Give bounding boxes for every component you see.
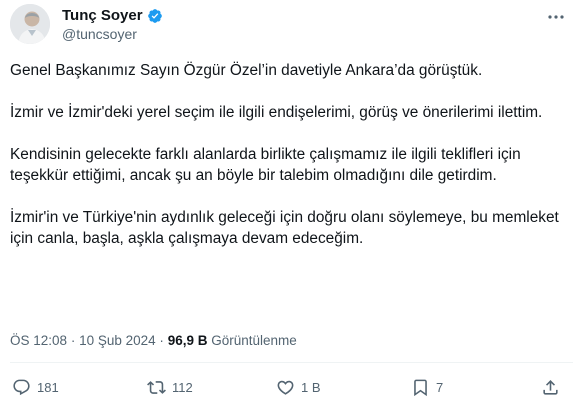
tweet-text: Genel Başkanımız Sayın Özgür Özel’in dav… xyxy=(10,60,570,270)
views-count: 96,9 B xyxy=(167,333,208,348)
like-button[interactable]: 1 B xyxy=(276,378,321,397)
avatar[interactable] xyxy=(10,4,50,44)
bookmark-count: 7 xyxy=(436,380,444,395)
heart-icon xyxy=(277,380,294,395)
bookmark-button[interactable]: 7 xyxy=(411,378,443,397)
author-name[interactable]: Tunç Soyer xyxy=(62,7,163,25)
tweet-header: Tunç Soyer @tuncsoyer xyxy=(10,4,573,44)
tweet-meta: ÖS 12:08 · 10 Şub 2024 · 96,9 B Görüntül… xyxy=(10,332,297,350)
tweet: Tunç Soyer @tuncsoyer Genel Başkanımız S… xyxy=(0,0,583,400)
tweet-date[interactable]: 10 Şub 2024 xyxy=(79,333,156,348)
retweet-icon xyxy=(147,381,166,394)
meta-separator: · xyxy=(70,333,76,348)
retweet-count: 112 xyxy=(172,380,193,395)
action-bar: 181 112 1 B 7 xyxy=(0,374,583,400)
tweet-paragraph: Kendisinin gelecekte farklı alanlarda bi… xyxy=(10,146,521,184)
tweet-time[interactable]: ÖS 12:08 xyxy=(10,333,67,348)
avatar-image xyxy=(10,4,50,44)
retweet-button[interactable]: 112 xyxy=(147,378,193,397)
author-handle[interactable]: @tuncsoyer xyxy=(62,26,137,43)
tweet-paragraph: İzmir'in ve Türkiye'nin aydınlık geleceğ… xyxy=(10,209,559,247)
reply-button[interactable]: 181 xyxy=(12,378,59,397)
meta-separator: · xyxy=(159,333,164,348)
author-name-text: Tunç Soyer xyxy=(62,7,143,24)
tweet-paragraph: Genel Başkanımız Sayın Özgür Özel’in dav… xyxy=(10,62,483,79)
reply-icon xyxy=(13,379,30,396)
verified-badge-icon xyxy=(147,9,162,23)
share-icon xyxy=(543,380,558,395)
share-button[interactable] xyxy=(541,378,560,397)
tweet-paragraph: İzmir ve İzmir'deki yerel seçim ile ilgi… xyxy=(10,104,543,121)
divider xyxy=(10,362,573,363)
reply-count: 181 xyxy=(37,380,59,395)
more-dots-icon[interactable] xyxy=(545,8,567,26)
views-label: Görüntülenme xyxy=(211,333,297,348)
like-count: 1 B xyxy=(301,380,321,395)
bookmark-icon xyxy=(414,379,427,397)
